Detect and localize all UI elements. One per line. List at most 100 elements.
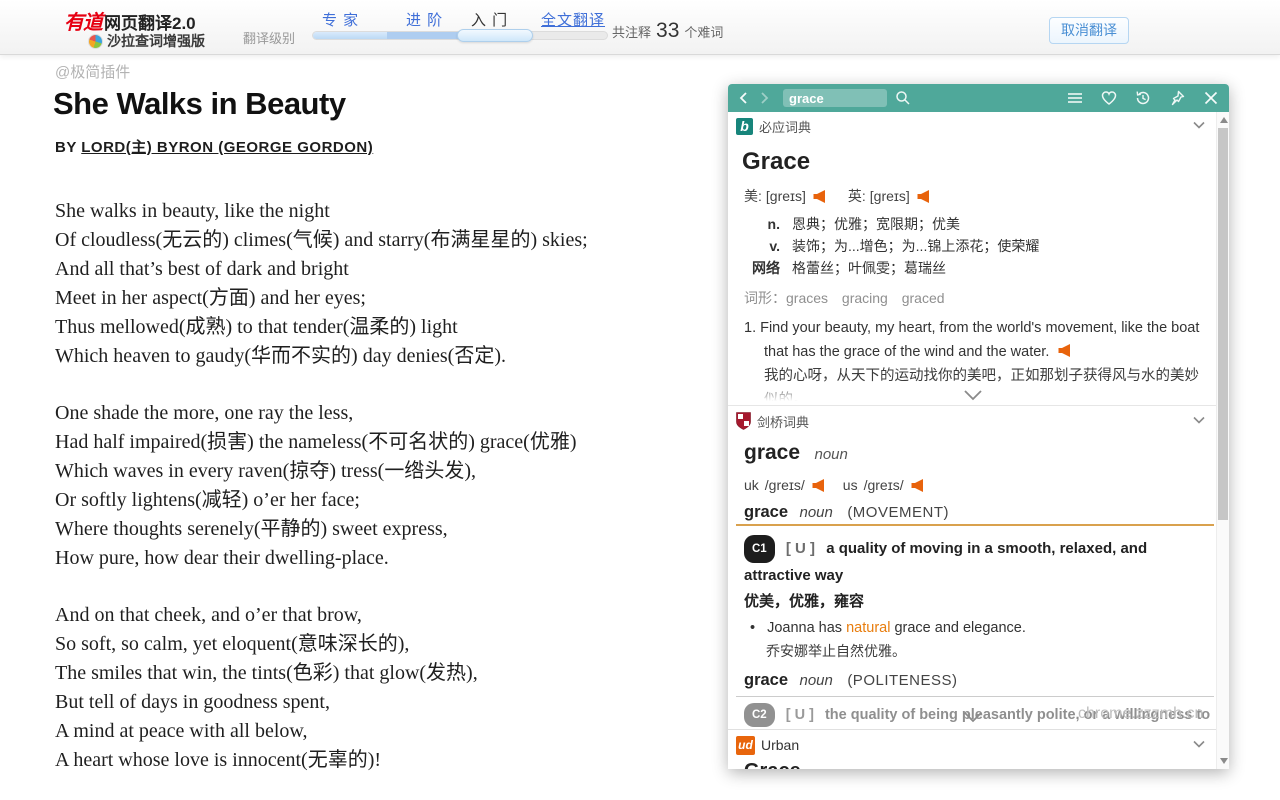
history-icon[interactable] — [1134, 89, 1152, 107]
bing-expand-chevron-icon[interactable] — [962, 388, 984, 402]
annotation-summary: 共注释 33 个难词 — [612, 19, 723, 43]
level-badge-c1: C1 — [744, 535, 775, 563]
word-forms: 词形：graces gracing graced — [744, 288, 945, 308]
page-title: She Walks in Beauty — [53, 86, 346, 122]
level-slider-handle[interactable] — [457, 29, 533, 42]
poem-line: Had half impaired(损害) the nameless(不可名状的… — [55, 428, 588, 457]
urban-collapse-chevron-icon[interactable] — [1191, 736, 1207, 752]
definition-text: 装饰；为...增色；为...锦上添花；使荣耀 — [792, 236, 1039, 256]
pin-icon[interactable] — [1168, 89, 1186, 107]
poem-line: One shade the more, one ray the less, — [55, 399, 588, 428]
menu-icon[interactable] — [1066, 89, 1084, 107]
poem-line: Meet in her aspect(方面) and her eyes; — [55, 284, 588, 313]
level-full-translate[interactable]: 全文翻译 — [541, 9, 605, 30]
bing-section-header[interactable]: b 必应词典 — [736, 114, 811, 138]
byline-prefix: BY — [55, 139, 81, 156]
annotation-suffix: 个难词 — [684, 22, 723, 41]
pos-label: 网络 — [744, 258, 780, 278]
c1-definition-chinese: 优美，优雅，雍容 — [744, 590, 864, 611]
page: 有道网页翻译2.0 沙拉查词增强版 翻译级别 专 家 进 阶 入 门 全文翻译 … — [0, 0, 1280, 800]
uk-ipa: [ɡreɪs] — [870, 188, 910, 204]
headword-text: grace — [744, 441, 800, 464]
urban-dictionary-logo-icon: ud — [736, 736, 755, 755]
pos-label: v. — [744, 236, 780, 256]
sense-divider — [736, 696, 1214, 697]
favorite-heart-icon[interactable] — [1100, 89, 1118, 107]
poem-line: Thus mellowed(成熟) to that tender(温柔的) li… — [55, 313, 588, 342]
stanza-3: And on that cheek, and o’er that brow, S… — [55, 601, 588, 775]
example-highlight[interactable]: natural — [846, 620, 890, 636]
sense-pos: noun — [799, 672, 832, 689]
level-advanced[interactable]: 进 阶 — [406, 9, 443, 30]
level-beginner[interactable]: 入 门 — [471, 9, 508, 30]
sense-word: grace — [744, 503, 788, 521]
pos-label: n. — [744, 214, 780, 234]
dict-panel-body: b 必应词典 Grace 美: [ɡreɪs] 英: [ɡreɪs] n. 恩典… — [728, 112, 1229, 769]
forward-icon[interactable] — [757, 91, 771, 105]
bing-headword: Grace — [742, 148, 810, 176]
speaker-icon[interactable] — [1057, 344, 1071, 357]
level-label: 翻译级别 — [243, 28, 295, 47]
cambridge-example: •Joanna has natural grace and elegance. — [750, 617, 1026, 640]
sense-pos: noun — [799, 504, 832, 521]
bing-logo-icon: b — [736, 118, 753, 135]
back-icon[interactable] — [737, 91, 751, 105]
poem-line: Where thoughts serenely(平静的) sweet expre… — [55, 515, 588, 544]
bing-definition-row: v. 装饰；为...增色；为...锦上添花；使荣耀 — [744, 236, 1039, 256]
annotation-prefix: 共注释 — [612, 22, 651, 41]
level-slider[interactable] — [312, 31, 608, 40]
sense-category: (POLITENESS) — [847, 672, 957, 689]
cambridge-example-chinese: 乔安娜举止自然优雅。 — [766, 641, 906, 661]
example-english-text: Find your beauty, my heart, from the wor… — [760, 320, 1199, 360]
urban-source-label: Urban — [761, 737, 799, 753]
cambridge-headword: grace noun — [744, 441, 848, 465]
cambridge-section-header[interactable]: 剑桥词典 — [736, 409, 809, 433]
panel-scrollbar[interactable] — [1216, 112, 1229, 769]
us-ipa: [ɡreɪs] — [766, 188, 806, 204]
scrollbar-down-arrow-icon[interactable] — [1220, 758, 1228, 764]
dict-search-input[interactable] — [783, 89, 887, 107]
sense-title-movement: grace noun (MOVEMENT) — [744, 503, 949, 522]
scrollbar-up-arrow-icon[interactable] — [1220, 117, 1228, 123]
poem-line: Or softly lightens(减轻) o’er her face; — [55, 486, 588, 515]
word-forms-list: graces gracing graced — [786, 290, 945, 306]
headword-pos: noun — [815, 446, 848, 463]
bing-pronunciation-row: 美: [ɡreɪs] 英: [ɡreɪs] — [744, 186, 952, 206]
speaker-icon[interactable] — [916, 190, 930, 203]
speaker-icon[interactable] — [910, 479, 924, 492]
cambridge-expand-chevron-icon[interactable] — [962, 710, 984, 724]
sense-underline — [736, 524, 1214, 526]
close-icon[interactable] — [1202, 89, 1220, 107]
dict-panel-header — [728, 84, 1229, 112]
poem-line: How pure, how dear their dwelling-place. — [55, 544, 588, 573]
speaker-icon[interactable] — [811, 479, 825, 492]
search-icon[interactable] — [895, 90, 911, 106]
bing-definition-row: 网络 格蕾丝；叶佩雯；葛瑞丝 — [744, 258, 946, 278]
uk-label: uk — [744, 477, 759, 493]
saladict-brand: 沙拉查词增强版 — [88, 31, 205, 51]
level-expert[interactable]: 专 家 — [322, 9, 359, 30]
bing-collapse-chevron-icon[interactable] — [1191, 117, 1207, 133]
annotation-count: 33 — [656, 19, 679, 43]
author-link[interactable]: LORD(主) BYRON (GEORGE GORDON) — [81, 139, 373, 156]
sense-word: grace — [744, 671, 788, 689]
scrollbar-thumb[interactable] — [1218, 128, 1228, 520]
poem-line: A mind at peace with all below, — [55, 717, 588, 746]
speaker-icon[interactable] — [812, 190, 826, 203]
poem-line: Which waves in every raven(掠夺) tress(一绺头… — [55, 457, 588, 486]
poem-line: But tell of days in goodness spent, — [55, 688, 588, 717]
poem-line: She walks in beauty, like the night — [55, 197, 588, 226]
c1-definition: C1 [ U ] a quality of moving in a smooth… — [744, 535, 1216, 589]
poem-body: She walks in beauty, like the night Of c… — [55, 197, 588, 800]
poem-line: Which heaven to gaudy(华而不实的) day denies(… — [55, 342, 588, 371]
cancel-translate-button[interactable]: 取消翻译 — [1049, 17, 1129, 44]
watermark-jijian: @极简插件 — [55, 61, 130, 82]
poem-line: So soft, so calm, yet eloquent(意味深长的), — [55, 630, 588, 659]
watermark-zzzmh: chrome.zzzmh.cn — [1078, 705, 1203, 723]
cambridge-collapse-chevron-icon[interactable] — [1191, 412, 1207, 428]
example-number: 1. — [744, 320, 756, 336]
cambridge-source-label: 剑桥词典 — [757, 412, 809, 431]
urban-section-header[interactable]: ud Urban — [736, 733, 799, 757]
grammar-label: [ U ] — [786, 540, 815, 557]
stanza-2: One shade the more, one ray the less, Ha… — [55, 399, 588, 573]
